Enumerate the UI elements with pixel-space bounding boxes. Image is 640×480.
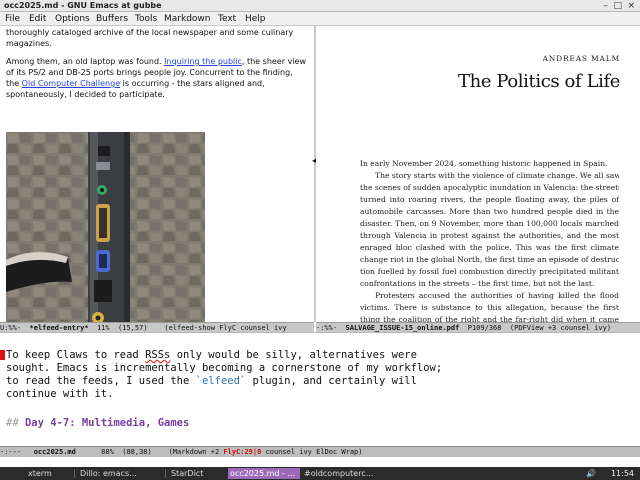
clock: 11:54 xyxy=(610,469,634,478)
task-dillo[interactable]: Dillo: emacs... xyxy=(78,468,162,479)
taskbar-separator xyxy=(74,469,75,478)
pdf-line: The story starts with the violence of cl… xyxy=(375,171,619,180)
buffer-line: continue with it. xyxy=(6,388,114,400)
task-xterm[interactable]: xterm xyxy=(26,468,72,479)
link-inquiring-the-public[interactable]: Inquiring the public xyxy=(164,57,242,66)
buffer-text: to read the feeds, I used the xyxy=(6,375,196,387)
menu-file[interactable]: File xyxy=(5,12,20,26)
modeline-status: U:%%- xyxy=(0,324,30,332)
modeline-modes: counsel ivy ElDoc Wrap) xyxy=(261,448,363,456)
elfeed-entry-window[interactable]: thoroughly cataloged archive of the loca… xyxy=(0,26,314,322)
pdf-author: ANDREAS MALM xyxy=(542,54,620,63)
elfeed-text: Among them, an old laptop was found. xyxy=(6,57,165,66)
markdown-heading: ## Day 4-7: Multimedia, Games xyxy=(6,417,189,431)
pdf-line: turned into roaring rivers, the people f… xyxy=(360,195,619,204)
pdf-line: thing the coalition of the right and the… xyxy=(360,315,619,322)
modeline-status: -:%%- xyxy=(316,324,346,332)
flycheck-status[interactable]: FlyC:29|0 xyxy=(223,448,261,456)
modeline-buffer-name[interactable]: occ2025.md xyxy=(34,448,76,456)
menu-bar: File Edit Options Buffers Tools Markdown… xyxy=(0,12,640,26)
menu-options[interactable]: Options xyxy=(55,12,90,26)
pdf-line: victims. There is substance to this alle… xyxy=(360,303,619,312)
modeline-buffer-name[interactable]: SALVAGE_ISSUE-15_online.pdf xyxy=(346,324,460,332)
pdf-line: disaster. Then, on 9 November, more than… xyxy=(360,219,619,228)
elfeed-paragraph-1: thoroughly cataloged archive of the loca… xyxy=(6,28,294,48)
modeline-elfeed[interactable]: U:%%- *elfeed-entry* 11% (15,57) (elfeed… xyxy=(0,322,314,332)
pdf-line: enraged bloc clashed with the police. Th… xyxy=(360,243,619,252)
modeline-info: P109/368 (PDFView +3 counsel ivy) xyxy=(459,324,612,332)
heading-markup: ## xyxy=(6,417,25,429)
menu-markdown[interactable]: Markdown xyxy=(164,12,210,26)
pdf-line: Protesters accused the authorities of ha… xyxy=(375,291,619,300)
pdf-line: through Valencia in protest against the … xyxy=(360,231,619,240)
inline-code: `elfeed` xyxy=(195,375,247,387)
modeline-markdown[interactable]: -:--- occ2025.md 88% (88,38) (Markdown +… xyxy=(0,446,640,457)
taskbar: xterm Dillo: emacs... StarDict occ2025.m… xyxy=(0,467,640,480)
elfeed-paragraph-2: Among them, an old laptop was found. Inq… xyxy=(6,56,306,100)
task-irc[interactable]: #oldcomputerc... xyxy=(302,468,382,479)
pdf-line: In early November 2024, something histor… xyxy=(360,159,608,168)
modeline-position: 88% (88,38) (Markdown +2 xyxy=(75,448,224,456)
task-emacs[interactable]: occ2025.md - ... xyxy=(228,468,300,479)
fringe-marker-icon xyxy=(0,350,5,360)
menu-help[interactable]: Help xyxy=(245,12,266,26)
menu-buffers[interactable]: Buffers xyxy=(96,12,128,26)
markdown-buffer[interactable]: To keep Claws to read RSSs only would be… xyxy=(0,332,640,446)
modeline-pdf[interactable]: -:%%- SALVAGE_ISSUE-15_online.pdf P109/3… xyxy=(316,322,640,332)
link-old-computer-challenge[interactable]: Old Computer Challenge xyxy=(22,79,120,88)
menu-text[interactable]: Text xyxy=(218,12,236,26)
window-title: occ2025.md - GNU Emacs at gubbe xyxy=(4,1,162,10)
buffer-text: plugin, and certainly will xyxy=(246,375,417,387)
minibuffer[interactable] xyxy=(0,457,640,467)
menu-tools[interactable]: Tools xyxy=(135,12,157,26)
close-icon[interactable]: × xyxy=(627,0,635,12)
pdf-line: tion fuelled by fossil fuel combustion d… xyxy=(360,267,619,276)
task-stardict[interactable]: StarDict xyxy=(169,468,225,479)
modeline-buffer-name[interactable]: *elfeed-entry* xyxy=(30,324,89,332)
buffer-line: sought. Emacs is incrementally becoming … xyxy=(6,362,443,374)
pdf-line: automobile carcasses. More than two hund… xyxy=(360,207,619,216)
buffer-text: To keep Claws to read xyxy=(6,349,146,361)
window-titlebar[interactable]: occ2025.md - GNU Emacs at gubbe – □ × xyxy=(0,0,640,12)
pdf-line: the scenes of sudden apocalyptic inundat… xyxy=(360,183,619,192)
volume-icon[interactable]: 🔊 xyxy=(584,468,598,479)
buffer-text: only would be silly, alternatives were xyxy=(170,349,417,361)
modeline-status: -:--- xyxy=(0,448,34,456)
maximize-icon[interactable]: □ xyxy=(613,0,622,12)
pdf-line: change riot in the global North, the fir… xyxy=(360,255,619,264)
pdf-view-window[interactable]: ANDREAS MALM The Politics of Life In ear… xyxy=(316,26,640,322)
buffer-line: To keep Claws to read RSSs only would be… xyxy=(6,349,417,363)
modeline-info: 11% (15,57) (elfeed-show FlyC counsel iv… xyxy=(88,324,287,332)
pdf-title: The Politics of Life xyxy=(458,71,620,92)
heading-text: Day 4-7: Multimedia, Games xyxy=(24,417,190,429)
minimize-icon[interactable]: – xyxy=(604,0,609,12)
misspelled-word[interactable]: RSSs xyxy=(145,349,170,361)
taskbar-separator xyxy=(165,469,166,478)
buffer-line: to read the feeds, I used the `elfeed` p… xyxy=(6,375,417,389)
pdf-line: confrontations in the streets – the firs… xyxy=(360,279,595,288)
laptop-ports-photo xyxy=(6,132,205,322)
menu-edit[interactable]: Edit xyxy=(29,12,46,26)
